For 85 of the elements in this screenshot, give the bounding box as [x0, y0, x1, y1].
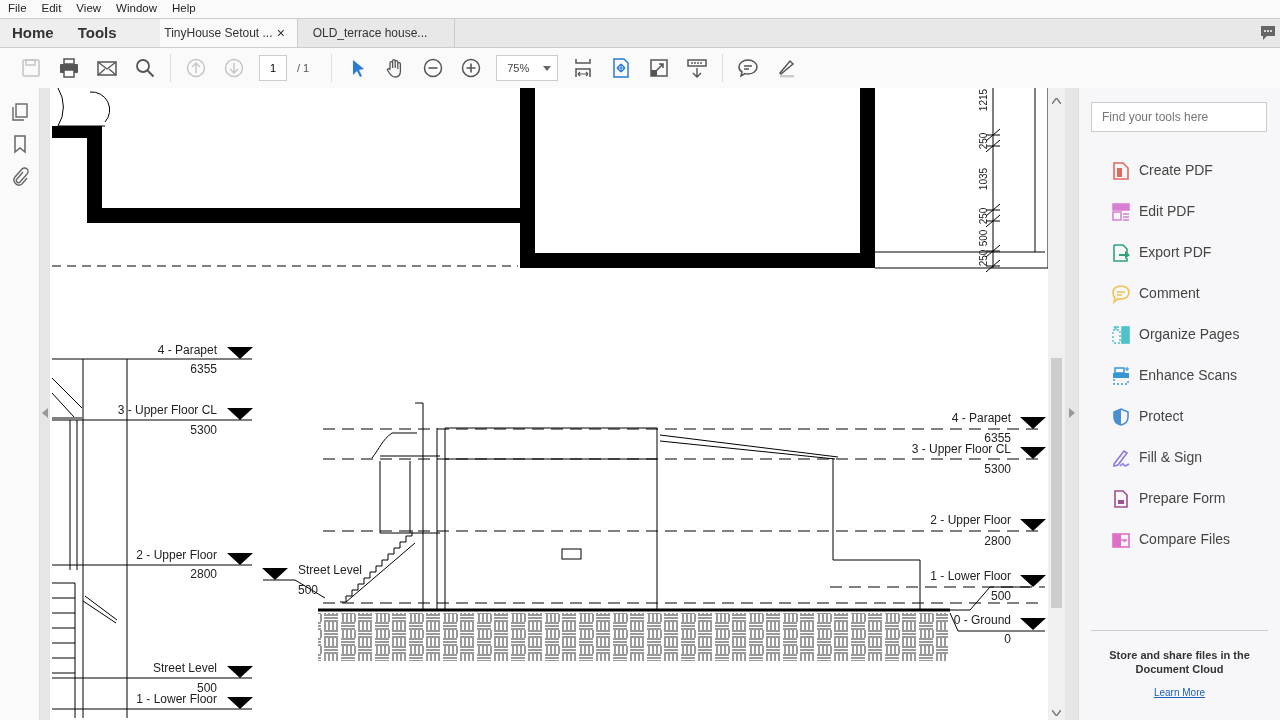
page-total: / 1 — [297, 60, 310, 76]
pages-icon[interactable] — [9, 102, 30, 122]
nav-tab[interactable]: Tools — [65, 19, 129, 47]
tool-item[interactable]: Edit PDF — [1091, 191, 1268, 232]
level-value: 6355 — [190, 362, 217, 376]
printer-icon[interactable] — [58, 57, 80, 79]
level-value: 0 — [1004, 632, 1011, 646]
level-marker-icon — [227, 697, 253, 709]
level-label: 4 - Parapet — [951, 411, 1011, 425]
tool-label: Edit PDF — [1139, 202, 1195, 221]
level-label: 2 - Upper Floor — [930, 513, 1011, 527]
tool-label: Organize Pages — [1139, 325, 1240, 344]
scrollbar-thumb[interactable] — [1051, 358, 1062, 608]
cloud-promo-text: Store and share files in the Document Cloud — [1108, 649, 1251, 677]
tool-item[interactable]: Organize Pages — [1091, 314, 1268, 355]
tool-label: Create PDF — [1139, 161, 1213, 180]
dimension-label: 250 — [978, 132, 989, 150]
tool-label: Fill & Sign — [1139, 448, 1203, 467]
dimension-label: 250 — [978, 207, 989, 225]
speech-bubble-icon[interactable] — [737, 57, 760, 79]
level-value: 6355 — [984, 431, 1011, 445]
document-tab[interactable]: TinyHouse Setout ... × — [160, 19, 298, 47]
tool-label: Comment — [1139, 284, 1200, 303]
dimension-label: 1215 — [978, 88, 989, 112]
level-marker-icon — [1020, 519, 1046, 531]
scroll-up-icon[interactable] — [1052, 98, 1061, 104]
tool-item[interactable]: Export PDF — [1091, 232, 1268, 273]
level-marker-icon — [227, 408, 253, 420]
tool-item[interactable]: Protect — [1091, 396, 1268, 437]
level-marker-icon — [1020, 447, 1046, 459]
level-marker-icon — [1020, 618, 1046, 630]
close-button[interactable]: × — [276, 22, 285, 44]
level-marker-icon — [227, 666, 253, 678]
tool-item[interactable]: Compare Files — [1091, 519, 1268, 560]
zoom-out-icon[interactable] — [422, 57, 445, 79]
level-label: 1 - Lower Floor — [930, 569, 1011, 583]
level-label: 4 - Parapet — [157, 343, 217, 357]
level-marker-icon — [227, 553, 253, 565]
zoom-dropdown[interactable]: 75% — [496, 55, 559, 81]
level-label: 3 - Upper Floor CL — [117, 403, 217, 417]
level-label: Street Level — [152, 661, 217, 675]
ruler-download-icon[interactable] — [686, 57, 709, 79]
tool-item[interactable]: Create PDF — [1091, 150, 1268, 191]
level-value: 2800 — [984, 534, 1011, 548]
level-value: 500 — [990, 589, 1011, 603]
search-icon[interactable] — [134, 57, 156, 79]
level-label: 3 - Upper Floor CL — [911, 442, 1011, 456]
tool-item[interactable]: Enhance Scans — [1091, 355, 1268, 396]
expand-icon[interactable] — [648, 57, 671, 79]
level-marker-icon — [262, 568, 288, 580]
dimension-label: 500 — [978, 229, 989, 247]
level-marker-icon — [227, 347, 253, 359]
zoom-in-icon[interactable] — [460, 57, 483, 79]
level-value: 5300 — [984, 462, 1011, 476]
menu-item[interactable]: Edit — [41, 0, 62, 18]
dimension-label: 1035 — [978, 167, 989, 191]
tool-label: Export PDF — [1139, 243, 1212, 262]
menu-item[interactable]: Window — [116, 0, 157, 18]
tool-item[interactable]: Comment — [1091, 273, 1268, 314]
scroll-down-icon[interactable] — [1052, 710, 1061, 716]
level-label: 2 - Upper Floor — [136, 548, 217, 562]
level-value: 2800 — [190, 567, 217, 581]
menu-item[interactable]: Help — [172, 0, 196, 18]
level-label: 1 - Lower Floor — [136, 692, 217, 706]
caret-icon — [543, 65, 552, 71]
level-marker-icon — [1020, 575, 1046, 587]
page-number-field[interactable]: 1 — [259, 55, 287, 81]
tool-label: Protect — [1139, 407, 1184, 426]
tool-label: Enhance Scans — [1139, 366, 1238, 385]
tool-label: Compare Files — [1139, 530, 1231, 549]
level-label: Street Level — [298, 563, 363, 577]
tool-item[interactable]: Prepare Form — [1091, 478, 1268, 519]
learn-more-link[interactable]: Learn More — [1153, 684, 1206, 700]
tool-item[interactable]: Fill & Sign — [1091, 437, 1268, 478]
tool-label: Prepare Form — [1139, 489, 1226, 508]
level-value: 500 — [196, 681, 217, 695]
chat-icon[interactable] — [1259, 24, 1277, 42]
level-value: 5300 — [190, 423, 217, 437]
level-label: 0 - Ground — [953, 613, 1011, 627]
level-marker-icon — [1020, 417, 1046, 429]
dimension-label: 250 — [978, 249, 989, 267]
menu-item[interactable]: View — [76, 0, 102, 18]
nav-tab[interactable]: Home — [0, 19, 66, 47]
menu-item[interactable]: File — [8, 0, 27, 18]
tools-search-field[interactable]: Find your tools here — [1091, 102, 1267, 132]
